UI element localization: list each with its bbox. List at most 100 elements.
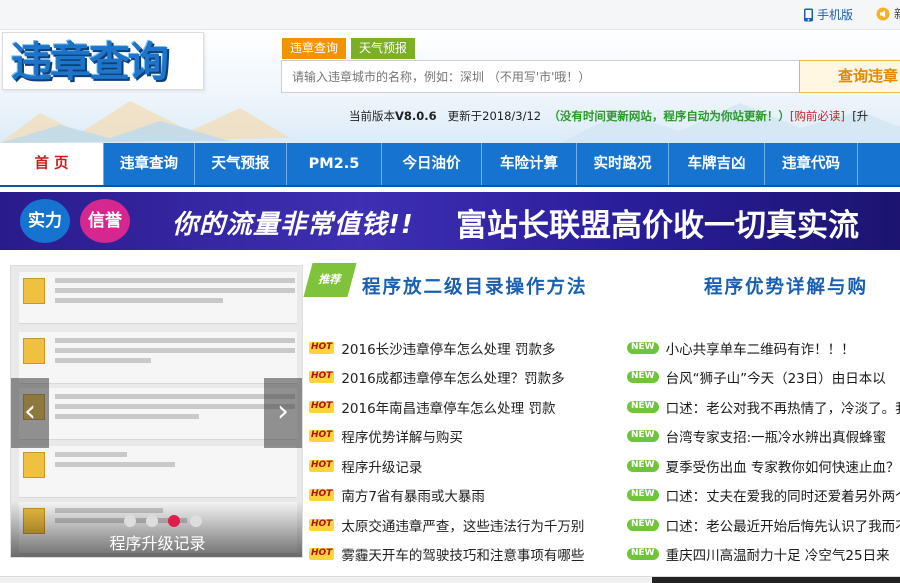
search-box	[281, 60, 799, 93]
list-item-title[interactable]: 台风“狮子山”今天（23日）由日本以	[666, 367, 886, 387]
top-utility-bar: 手机版 新	[0, 0, 900, 30]
nav-traffic[interactable]: 实时路况	[577, 143, 669, 185]
list-item-title[interactable]: 2016年南昌违章停车怎么处理 罚款	[341, 397, 555, 417]
list-item[interactable]: HOT 程序优势详解与购买	[309, 422, 614, 452]
list-item-title[interactable]: 程序优势详解与购买	[341, 426, 463, 446]
must-read-link[interactable]: [购前必读]	[790, 109, 845, 123]
banner-badge-strength: 实力	[20, 199, 70, 243]
search-button[interactable]: 查询违章	[799, 60, 900, 93]
hot-badge: HOT	[309, 518, 335, 531]
nav-plate-luck[interactable]: 车牌吉凶	[669, 143, 765, 185]
headline-link-2[interactable]: 程序优势详解与购	[704, 273, 868, 299]
mobile-version-link[interactable]: 手机版	[803, 6, 853, 23]
list-item[interactable]: HOT 太原交通违章严查，这些违法行为千万别	[309, 510, 614, 540]
tab-weather[interactable]: 天气预报	[351, 38, 416, 59]
hot-badge: HOT	[309, 459, 335, 472]
list-item[interactable]: HOT 2016成都违章停车怎么处理？罚款多	[309, 363, 614, 393]
nav-oil-price[interactable]: 今日油价	[382, 143, 482, 185]
list-item[interactable]: NEW 台风“狮子山”今天（23日）由日本以	[627, 363, 900, 393]
list-item-title[interactable]: 程序升级记录	[341, 456, 422, 476]
list-item[interactable]: NEW 夏季受伤出血 专家教你如何快速止血？	[627, 451, 900, 481]
list-item-title[interactable]: 2016长沙违章停车怎么处理 罚款多	[341, 338, 555, 358]
slider-caption[interactable]: 程序升级记录	[11, 530, 302, 554]
list-item-title[interactable]: 2016成都违章停车怎么处理？罚款多	[341, 367, 564, 387]
new-badge: NEW	[627, 430, 659, 443]
slider-prev-button[interactable]: ‹	[11, 378, 49, 448]
list-item[interactable]: HOT 雾霾天开车的驾驶技巧和注意事项有哪些	[309, 540, 614, 570]
new-badge: NEW	[627, 459, 659, 472]
version-number: V8.0.6	[395, 109, 437, 123]
new-badge: NEW	[627, 400, 659, 413]
avatar	[23, 452, 45, 478]
headline-link-1[interactable]: 程序放二级目录操作方法	[362, 273, 588, 299]
list-item[interactable]: NEW 口述：丈夫在爱我的同时还爱着另外两个	[627, 481, 900, 511]
banner-slogan: 你的流量非常值钱!!	[172, 210, 414, 240]
list-item-title[interactable]: 口述：老公对我不再热情了，冷淡了。我	[666, 397, 900, 417]
hot-badge: HOT	[309, 371, 335, 384]
megaphone-icon	[876, 7, 890, 20]
list-item-title[interactable]: 雾霾天开车的驾驶技巧和注意事项有哪些	[341, 544, 584, 564]
slider-dot-active[interactable]	[168, 515, 180, 527]
hot-badge: HOT	[309, 548, 335, 561]
auto-update-note: （没有时间更新网站，程序自动为你站更新！）	[548, 109, 790, 123]
ad-banner[interactable]: 实力 信誉 你的流量非常值钱!! 富站长联盟高价收一切真实流	[0, 192, 900, 250]
slider-dot[interactable]	[190, 515, 202, 527]
banner-badge-reputation: 信誉	[80, 199, 130, 243]
list-item[interactable]: NEW 小心共享单车二维码有诈！！！	[627, 333, 900, 363]
version-info: 当前版本V8.0.6 更新于2018/3/12 （没有时间更新网站，程序自动为你…	[349, 108, 868, 124]
list-item[interactable]: NEW 重庆四川高温耐力十足 冷空气25日来	[627, 540, 900, 570]
hot-badge: HOT	[309, 489, 335, 502]
trailing-link[interactable]: [升	[852, 109, 868, 123]
version-prefix: 当前版本	[349, 109, 395, 123]
new-badge: NEW	[627, 341, 659, 354]
site-header: 违章查询 违章查询 天气预报 查询违章 当前版本V8.0.6 更新于2018/3…	[0, 30, 900, 143]
list-item-title[interactable]: 口述：丈夫在爱我的同时还爱着另外两个	[666, 485, 900, 505]
list-item-title[interactable]: 小心共享单车二维码有诈！！！	[666, 338, 855, 358]
list-item-title[interactable]: 口述：老公最近开始后悔先认识了我而不	[666, 515, 900, 535]
list-item-title[interactable]: 重庆四川高温耐力十足 冷空气25日来	[666, 544, 890, 564]
banner-slogan-secondary: 富站长联盟高价收一切真实流	[456, 208, 859, 244]
list-item-title[interactable]: 南方7省有暴雨或大暴雨	[341, 485, 485, 505]
slider-next-button[interactable]: ›	[264, 378, 302, 448]
notice-label: 新	[894, 5, 900, 22]
new-badge: NEW	[627, 371, 659, 384]
list-item-title[interactable]: 台湾专家支招:一瓶冷水辨出真假蜂蜜	[666, 426, 887, 446]
list-item[interactable]: NEW 口述：老公最近开始后悔先认识了我而不	[627, 510, 900, 540]
nav-violation-query[interactable]: 违章查询	[104, 143, 195, 185]
image-slider[interactable]: ‹ › 程序升级记录	[10, 265, 303, 558]
hot-badge: HOT	[309, 400, 335, 413]
bottom-dark-strip	[652, 577, 900, 583]
nav-insurance[interactable]: 车险计算	[482, 143, 577, 185]
new-badge: NEW	[627, 518, 659, 531]
list-item-title[interactable]: 太原交通违章严查，这些违法行为千万别	[341, 515, 584, 535]
list-item[interactable]: HOT 2016长沙违章停车怎么处理 罚款多	[309, 333, 614, 363]
nav-violation-code[interactable]: 违章代码	[765, 143, 858, 185]
nav-home[interactable]: 首 页	[0, 143, 104, 185]
avatar	[23, 338, 45, 364]
notice-link[interactable]: 新	[876, 5, 900, 22]
city-search-input[interactable]	[282, 61, 799, 92]
list-item[interactable]: HOT 南方7省有暴雨或大暴雨	[309, 481, 614, 511]
mobile-version-label: 手机版	[817, 8, 854, 22]
list-item[interactable]: NEW 口述：老公对我不再热情了，冷淡了。我	[627, 392, 900, 422]
slider-post-preview	[19, 332, 297, 384]
featured-headline: 推荐 程序放二级目录操作方法 程序优势详解与购	[303, 263, 900, 305]
slider-post-preview	[19, 272, 297, 324]
slider-dot[interactable]	[124, 515, 136, 527]
list-item-title[interactable]: 夏季受伤出血 专家教你如何快速止血？	[666, 456, 900, 476]
slider-post-preview	[19, 446, 297, 498]
updated-prefix: 更新于	[447, 109, 483, 123]
slider-dot[interactable]	[146, 515, 158, 527]
tab-violation-query[interactable]: 违章查询	[282, 38, 347, 59]
nav-weather[interactable]: 天气预报	[195, 143, 287, 185]
new-badge: NEW	[627, 489, 659, 502]
site-logo[interactable]: 违章查询	[11, 39, 169, 85]
list-item[interactable]: HOT 程序升级记录	[309, 451, 614, 481]
logo-container[interactable]: 违章查询	[2, 32, 204, 90]
recommend-tag: 推荐	[303, 263, 357, 297]
bottom-divider	[0, 576, 900, 583]
list-item[interactable]: NEW 台湾专家支招:一瓶冷水辨出真假蜂蜜	[627, 422, 900, 452]
list-item[interactable]: HOT 2016年南昌违章停车怎么处理 罚款	[309, 392, 614, 422]
nav-pm25[interactable]: PM2.5	[287, 143, 382, 185]
phone-icon	[804, 8, 813, 21]
